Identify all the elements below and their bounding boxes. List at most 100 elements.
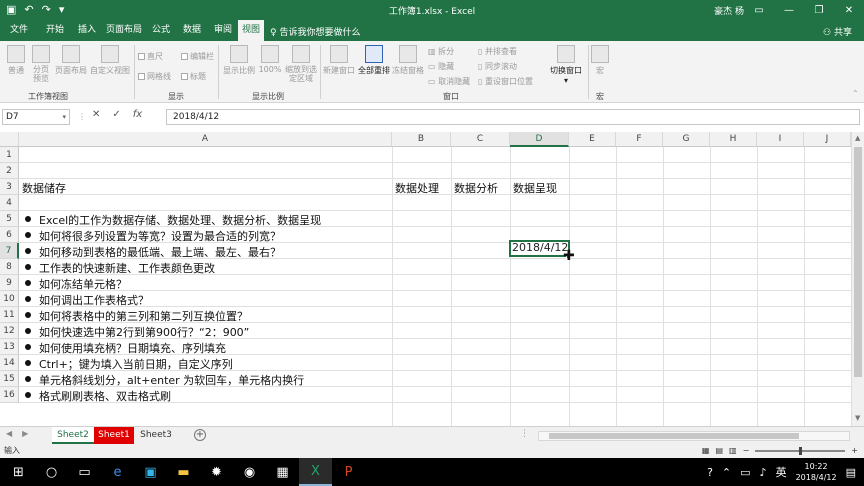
column-header[interactable]: B <box>392 132 451 147</box>
custom-views-button[interactable]: 自定义视图 <box>90 45 130 76</box>
select-all-corner[interactable] <box>0 132 19 147</box>
zoom-button[interactable]: 显示比例 <box>222 45 256 76</box>
scroll-thumb[interactable] <box>854 147 862 377</box>
row-header[interactable]: 11 <box>0 307 19 323</box>
volume-icon[interactable]: ♪ <box>760 466 767 479</box>
ruler-checkbox[interactable]: 直尺 <box>138 51 163 62</box>
side-by-side-button[interactable]: ▯ 并排查看 <box>478 46 517 57</box>
page-break-icon[interactable]: ▥ <box>729 444 737 458</box>
vertical-scrollbar[interactable]: ▲ ▼ <box>851 132 864 426</box>
formula-input[interactable]: 2018/4/12 <box>166 109 860 125</box>
bullet-item[interactable]: Ctrl+；键为填入当前日期，自定义序列 <box>25 356 233 372</box>
add-sheet-icon[interactable]: + <box>194 429 206 441</box>
normal-view-icon[interactable]: ▦ <box>702 444 710 458</box>
help-icon[interactable]: ? <box>707 466 713 479</box>
network-icon[interactable]: ▭ <box>740 466 750 479</box>
bullet-item[interactable]: 格式刷刷表格、双击格式刷 <box>25 388 171 404</box>
notification-icon[interactable]: ▤ <box>846 466 856 479</box>
restore-icon[interactable]: ❐ <box>804 0 834 20</box>
edge-icon[interactable]: e <box>101 458 134 486</box>
page-layout-view-button[interactable]: 页面布局 <box>54 45 88 76</box>
normal-view-button[interactable]: 普通 <box>4 45 28 76</box>
zoom-slider[interactable] <box>755 447 846 455</box>
selected-cell-D7[interactable]: 2018/4/12 <box>509 240 570 257</box>
app-icon[interactable]: ▣ <box>134 458 167 486</box>
dropdown-icon[interactable]: ▾ <box>62 110 66 124</box>
gridlines-checkbox[interactable]: 网格线 <box>138 71 171 82</box>
bullet-item[interactable]: 如何调出工作表格式？ <box>25 292 149 308</box>
windows-start-icon[interactable]: ⊞ <box>2 458 35 486</box>
tab-home[interactable]: 开始 <box>40 20 70 41</box>
column-header[interactable]: G <box>663 132 710 147</box>
arrange-all-button[interactable]: 全部重排 <box>357 45 391 76</box>
scroll-thumb[interactable] <box>549 433 799 439</box>
row-header[interactable]: 2 <box>0 163 19 179</box>
row-header[interactable]: 13 <box>0 339 19 355</box>
bullet-item[interactable]: 如何将很多列设置为等宽？设置为最合适的列宽？ <box>25 228 281 244</box>
tab-insert[interactable]: 插入 <box>72 20 102 41</box>
row-header[interactable]: 5 <box>0 211 19 227</box>
powerpoint-taskbar-icon[interactable]: P <box>332 458 365 486</box>
cancel-icon[interactable]: ✕ <box>92 109 100 120</box>
column-header[interactable]: H <box>710 132 757 147</box>
column-header[interactable]: I <box>757 132 804 147</box>
bullet-item[interactable]: 单元格斜线划分，alt+enter 为软回车，单元格内换行 <box>25 372 304 388</box>
new-window-button[interactable]: 新建窗口 <box>322 45 356 76</box>
tray-chevron-icon[interactable]: ⌃ <box>722 466 731 479</box>
switch-windows-button[interactable]: 切换窗口 ▾ <box>546 45 586 85</box>
bullet-item[interactable]: 如何冻结单元格？ <box>25 276 127 292</box>
tab-page-layout[interactable]: 页面布局 <box>104 20 144 41</box>
bullet-item[interactable]: 如何快速选中第2行到第900行？“2：900” <box>25 324 249 340</box>
zoom-to-selection-button[interactable]: 缩放到选定区域 <box>284 45 318 83</box>
bullet-item[interactable]: 如何移动到表格的最低端、最上端、最左、最右？ <box>25 244 281 260</box>
ime-indicator[interactable]: 英 <box>776 464 787 480</box>
worksheet-grid[interactable]: A B C D E F G H I J 1 2 3 4 5 6 7 8 9 10 11 12 13 14 1… <box>0 132 851 426</box>
scroll-up-icon[interactable]: ▲ <box>855 134 860 142</box>
prev-sheet-icon[interactable]: ◀ <box>6 429 12 438</box>
row-header[interactable]: 8 <box>0 259 19 275</box>
page-break-preview-button[interactable]: 分页预览 <box>30 45 52 83</box>
row-header[interactable]: 4 <box>0 195 19 211</box>
row-header[interactable]: 3 <box>0 179 19 195</box>
bullet-item[interactable]: 如何将表格中的第三列和第二列互换位置？ <box>25 308 248 324</box>
unhide-button[interactable]: ▭ 取消隐藏 <box>428 76 470 87</box>
sheet-tab-sheet3[interactable]: Sheet3 <box>136 427 176 444</box>
row-header[interactable]: 1 <box>0 147 19 163</box>
zoom-knob[interactable] <box>799 447 803 455</box>
task-view-icon[interactable]: ▭ <box>68 458 101 486</box>
cell-C3[interactable]: 数据分析 <box>454 180 498 196</box>
row-header[interactable]: 7 <box>0 243 19 259</box>
column-header[interactable]: E <box>569 132 616 147</box>
cell-A3[interactable]: 数据储存 <box>22 180 66 196</box>
sheet-tab-sheet2[interactable]: Sheet2 <box>52 427 94 444</box>
row-header[interactable]: 16 <box>0 387 19 403</box>
bullet-item[interactable]: 如何使用填充柄？日期填充、序列填充 <box>25 340 226 356</box>
formula-bar-checkbox[interactable]: 编辑栏 <box>181 51 214 62</box>
tab-formulas[interactable]: 公式 <box>146 20 176 41</box>
search-icon[interactable]: ○ <box>35 458 68 486</box>
cell-D3[interactable]: 数据呈现 <box>513 180 557 196</box>
bullet-item[interactable]: 工作表的快速新建、工作表颜色更改 <box>25 260 215 276</box>
tab-view[interactable]: 视图 <box>238 20 264 41</box>
row-header[interactable]: 6 <box>0 227 19 243</box>
next-sheet-icon[interactable]: ▶ <box>22 429 28 438</box>
freeze-panes-button[interactable]: 冻结窗格 <box>391 45 425 76</box>
sync-scroll-button[interactable]: ▯ 同步滚动 <box>478 61 517 72</box>
tell-me-box[interactable]: ♀ 告诉我你想要做什么 <box>270 25 360 38</box>
collapse-ribbon-icon[interactable]: ⌃ <box>852 89 859 98</box>
column-header[interactable]: F <box>616 132 663 147</box>
zoom-in-icon[interactable]: + <box>851 444 858 458</box>
cell-B3[interactable]: 数据处理 <box>395 180 439 196</box>
page-layout-icon[interactable]: ▤ <box>715 444 723 458</box>
camera-icon[interactable]: ◉ <box>233 458 266 486</box>
row-header[interactable]: 14 <box>0 355 19 371</box>
tab-data[interactable]: 数据 <box>177 20 207 41</box>
hide-button[interactable]: ▭ 隐藏 <box>428 61 454 72</box>
column-header[interactable]: A <box>19 132 392 147</box>
column-header[interactable]: D <box>510 132 569 147</box>
scroll-down-icon[interactable]: ▼ <box>855 414 860 422</box>
file-explorer-icon[interactable]: ▬ <box>167 458 200 486</box>
horizontal-scrollbar[interactable] <box>538 431 850 441</box>
row-header[interactable]: 10 <box>0 291 19 307</box>
excel-taskbar-icon[interactable]: X <box>299 458 332 486</box>
